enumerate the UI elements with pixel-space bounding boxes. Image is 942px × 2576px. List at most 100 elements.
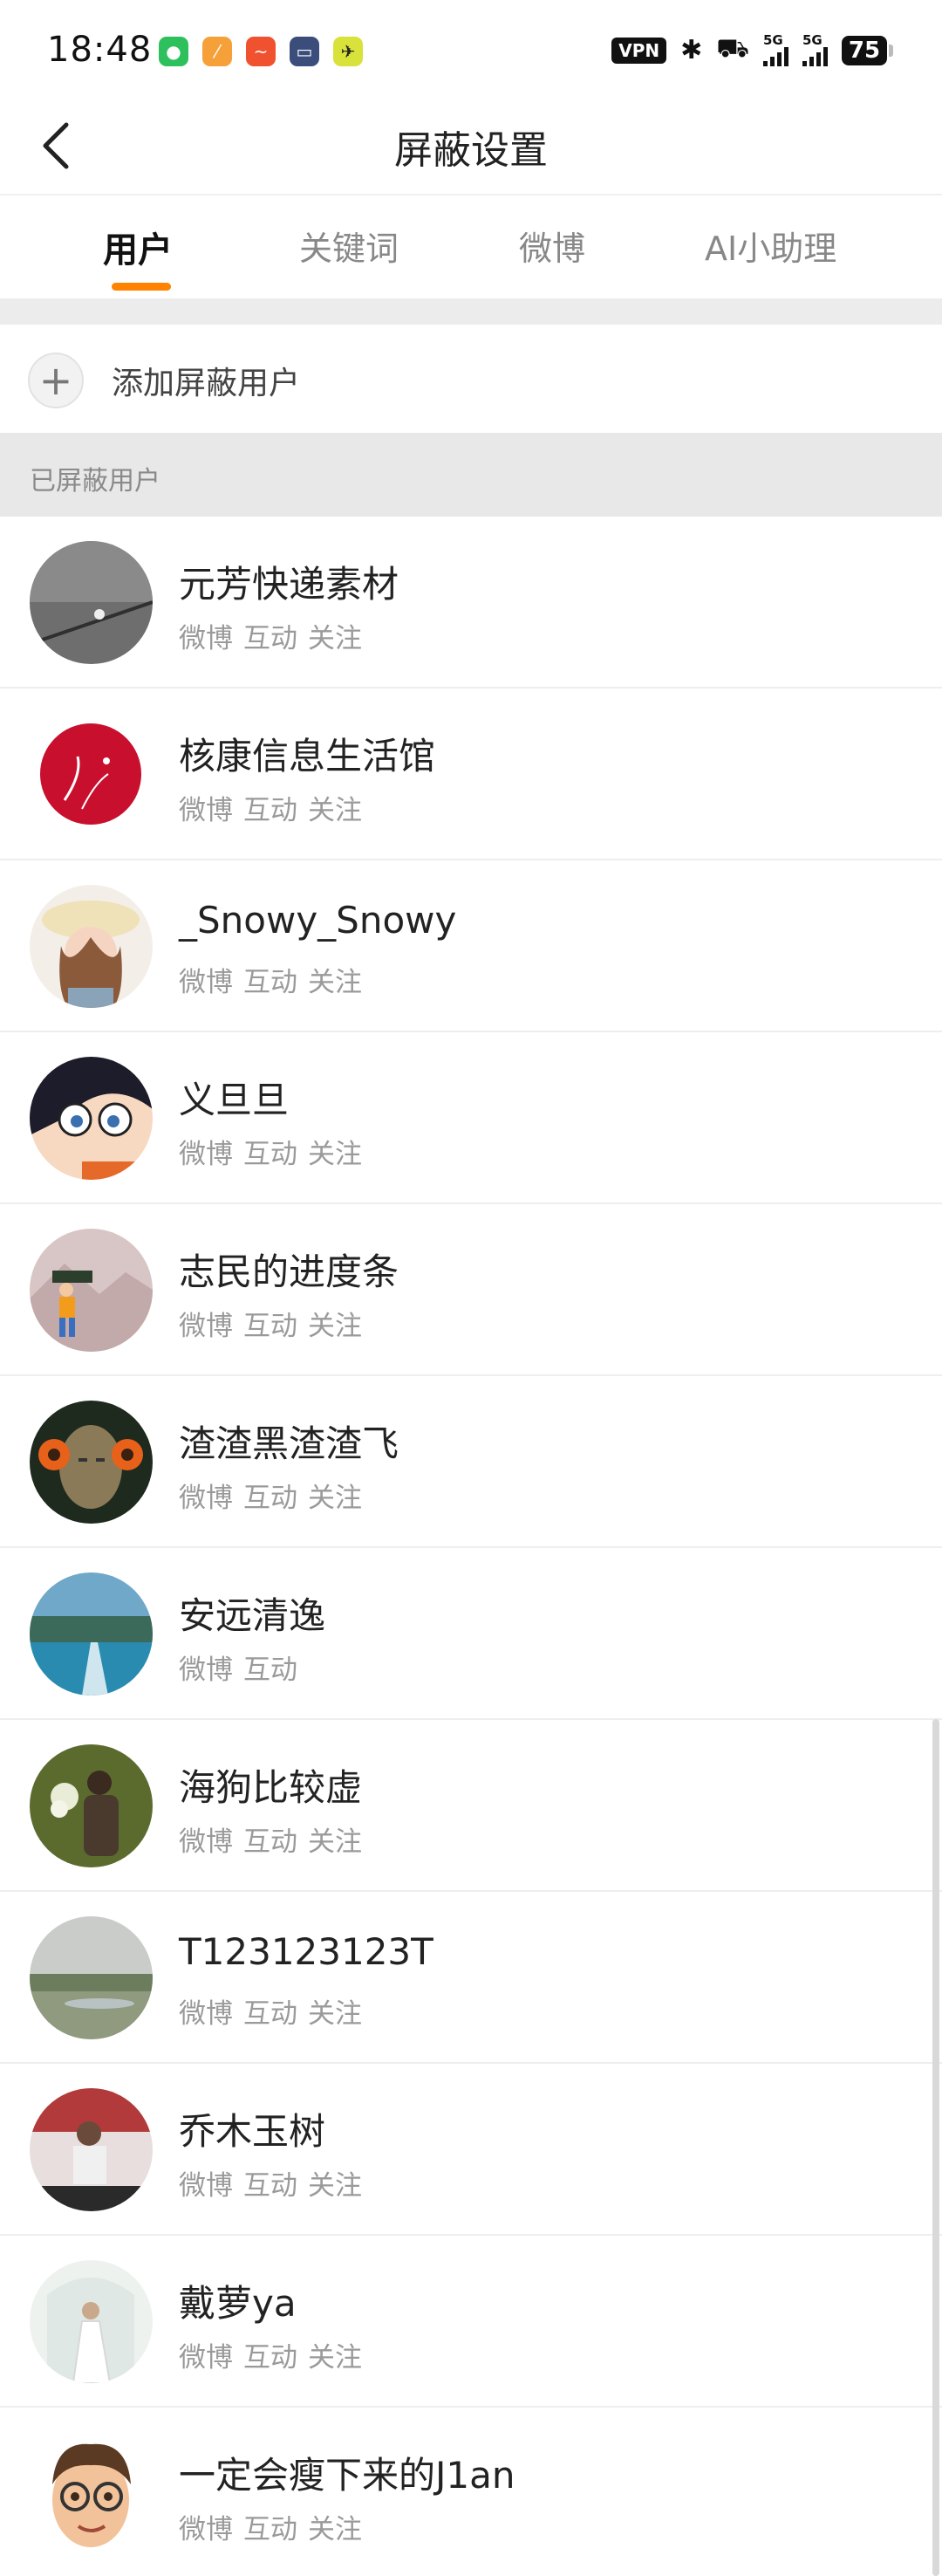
- tag-follow: 关注: [308, 795, 362, 826]
- list-item[interactable]: _Snowy_Snowy 微博 互动 关注: [0, 860, 942, 1032]
- user-name: 核康信息生活馆: [179, 735, 436, 778]
- tag-interaction: 互动: [243, 795, 297, 826]
- block-scope-tags: 微博 互动 关注: [179, 1991, 362, 2031]
- user-name: 海狗比较虚: [179, 1766, 363, 1809]
- tag-follow: 关注: [308, 623, 362, 654]
- car-icon: ⛟: [716, 33, 749, 64]
- tag-interaction: 互动: [243, 1655, 297, 1686]
- status-bar: 18:48 ● ⁄ ~ ▭ ✈ VPN ✱ ⛟ 5G 5G 75: [0, 0, 942, 98]
- signal-label: 5G: [802, 32, 823, 48]
- tab-active-indicator: [112, 283, 171, 291]
- app-yellow-icon: ✈: [333, 37, 363, 66]
- nav-header: 屏蔽设置: [0, 98, 942, 194]
- user-name: 戴萝ya: [179, 2282, 297, 2325]
- bluetooth-icon: ✱: [680, 35, 703, 65]
- tag-interaction: 互动: [243, 2514, 297, 2545]
- block-scope-tags: 微博 互动 关注: [179, 616, 362, 655]
- battery-level: 75: [842, 35, 887, 65]
- avatar: [30, 1401, 153, 1524]
- block-scope-tags: 微博 互动 关注: [179, 2163, 362, 2203]
- block-scope-tags: 微博 互动 关注: [179, 1819, 362, 1859]
- separator: [0, 298, 942, 325]
- tag-weibo: 微博: [179, 2514, 233, 2545]
- add-blocked-user-button[interactable]: + 添加屏蔽用户: [0, 325, 942, 433]
- tag-follow: 关注: [308, 1139, 362, 1170]
- tag-interaction: 互动: [243, 1139, 297, 1170]
- list-item[interactable]: 渣渣黑渣渣飞 微博 互动 关注: [0, 1376, 942, 1548]
- user-name: T123123123T: [179, 1930, 433, 1973]
- tag-weibo: 微博: [179, 795, 233, 826]
- tag-follow: 关注: [308, 2170, 362, 2202]
- block-scope-tags: 微博 互动 关注: [179, 2335, 362, 2374]
- tag-weibo: 微博: [179, 1139, 233, 1170]
- section-label: 已屏蔽用户: [30, 466, 160, 497]
- user-name: _Snowy_Snowy: [179, 899, 457, 942]
- tag-interaction: 互动: [243, 2170, 297, 2202]
- signal-label: 5G: [763, 32, 783, 48]
- tag-weibo: 微博: [179, 1826, 233, 1858]
- tag-weibo: 微博: [179, 967, 233, 998]
- block-scope-tags: 微博 互动 关注: [179, 1304, 362, 1343]
- tab-keywords[interactable]: 关键词: [299, 222, 399, 270]
- list-item[interactable]: 核康信息生活馆 微博 互动 关注: [0, 689, 942, 860]
- signal-icon: 5G: [802, 34, 828, 66]
- tag-follow: 关注: [308, 1826, 362, 1858]
- avatar: [30, 1572, 153, 1696]
- tag-weibo: 微博: [179, 1311, 233, 1342]
- list-item[interactable]: T123123123T 微博 互动 关注: [0, 1892, 942, 2064]
- tab-ai-assistant[interactable]: AI小助理: [705, 222, 836, 270]
- section-header: 已屏蔽用户: [0, 433, 942, 517]
- user-name: 义旦旦: [179, 1079, 290, 1121]
- tag-interaction: 互动: [243, 2342, 297, 2374]
- list-item[interactable]: 乔木玉树 微博 互动 关注: [0, 2064, 942, 2236]
- tag-follow: 关注: [308, 2342, 362, 2374]
- list-item[interactable]: 元芳快递素材 微博 互动 关注: [0, 517, 942, 689]
- block-scope-tags: 微博 互动 关注: [179, 1132, 362, 1171]
- block-scope-tags: 微博 互动 关注: [179, 1476, 362, 1515]
- status-time: 18:48: [47, 30, 153, 70]
- tag-interaction: 互动: [243, 967, 297, 998]
- tab-users[interactable]: 用户: [103, 222, 173, 272]
- battery-icon: 75: [842, 35, 893, 65]
- system-icons: VPN ✱ ⛟ 5G 5G 75: [611, 33, 893, 67]
- avatar: [30, 2260, 153, 2383]
- avatar: [30, 2088, 153, 2211]
- list-item[interactable]: 海狗比较虚 微博 互动 关注: [0, 1720, 942, 1892]
- avatar: [30, 713, 153, 836]
- user-name: 志民的进度条: [179, 1250, 399, 1293]
- list-item[interactable]: 义旦旦 微博 互动 关注: [0, 1032, 942, 1204]
- avatar: [30, 885, 153, 1008]
- tag-weibo: 微博: [179, 1483, 233, 1514]
- user-name: 元芳快递素材: [179, 563, 399, 606]
- plus-icon: +: [28, 353, 84, 408]
- app-blue-icon: ▭: [290, 37, 319, 66]
- tag-follow: 关注: [308, 1483, 362, 1514]
- user-name: 乔木玉树: [179, 2110, 326, 2153]
- signal-icon: 5G: [763, 34, 788, 66]
- tab-bar: 用户 关键词 微博 AI小助理: [0, 195, 942, 298]
- tag-weibo: 微博: [179, 1998, 233, 2030]
- list-item[interactable]: 安远清逸 微博 互动: [0, 1548, 942, 1720]
- list-item[interactable]: 志民的进度条 微博 互动 关注: [0, 1204, 942, 1376]
- avatar: [30, 541, 153, 664]
- tag-weibo: 微博: [179, 2170, 233, 2202]
- tag-follow: 关注: [308, 1311, 362, 1342]
- tag-weibo: 微博: [179, 2342, 233, 2374]
- block-scope-tags: 微博 互动 关注: [179, 960, 362, 999]
- user-name: 一定会瘦下来的J1an: [179, 2454, 515, 2497]
- page-title: 屏蔽设置: [394, 128, 548, 173]
- app-red-icon: ~: [246, 37, 276, 66]
- list-item[interactable]: 戴萝ya 微博 互动 关注: [0, 2236, 942, 2408]
- avatar: [30, 1916, 153, 2039]
- vpn-icon: VPN: [611, 37, 667, 64]
- tag-interaction: 互动: [243, 623, 297, 654]
- tag-follow: 关注: [308, 1998, 362, 2030]
- tag-interaction: 互动: [243, 1483, 297, 1514]
- scrollbar[interactable]: [932, 1719, 939, 2576]
- app-orange-icon: ⁄: [202, 37, 232, 66]
- list-item[interactable]: 一定会瘦下来的J1an 微博 互动 关注: [0, 2408, 942, 2576]
- user-name: 渣渣黑渣渣飞: [179, 1422, 399, 1465]
- avatar: [30, 1057, 153, 1180]
- avatar: [30, 2432, 153, 2555]
- tab-weibo[interactable]: 微博: [519, 222, 585, 270]
